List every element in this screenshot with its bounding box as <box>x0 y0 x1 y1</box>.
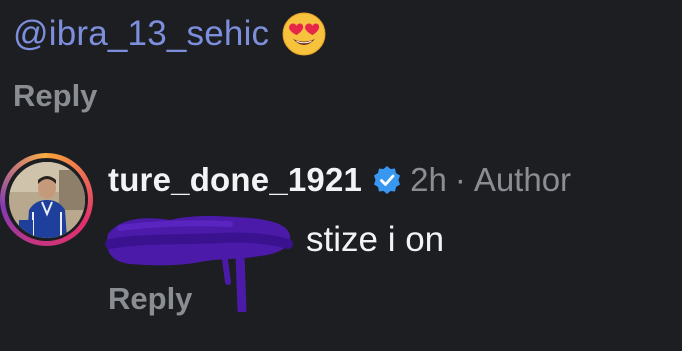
reply-button-top[interactable]: Reply <box>13 78 97 114</box>
mention-line: @ibra_13_sehic <box>13 8 327 60</box>
reply-button[interactable]: Reply <box>108 281 192 317</box>
avatar-photo-icon <box>8 161 85 238</box>
comment-text: stize i on <box>306 220 445 259</box>
comment-time: 2h <box>410 161 447 198</box>
avatar <box>8 161 85 238</box>
verified-badge-icon <box>374 166 401 194</box>
heart-eyes-emoji-icon <box>282 12 326 56</box>
avatar-story-ring[interactable] <box>0 153 93 246</box>
author-label: Author <box>473 161 572 198</box>
meta-separator: · <box>454 161 466 198</box>
mention-link[interactable]: @ibra_13_sehic <box>13 14 269 54</box>
